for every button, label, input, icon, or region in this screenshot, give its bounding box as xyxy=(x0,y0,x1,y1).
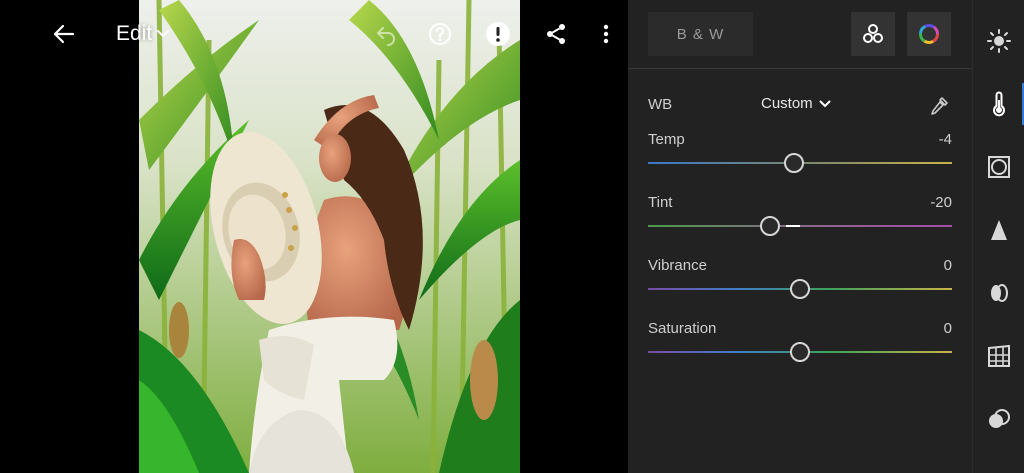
saturation-thumb[interactable] xyxy=(790,342,810,362)
more-vertical-icon xyxy=(603,24,609,44)
adjustment-panel: B & W WB Custom Temp -4 Tint -20 Vibranc… xyxy=(628,0,972,473)
vibrance-thumb[interactable] xyxy=(790,279,810,299)
share-button[interactable] xyxy=(536,14,576,54)
saturation-slider: Saturation 0 xyxy=(648,320,952,370)
tint-track[interactable] xyxy=(648,225,952,227)
share-icon xyxy=(547,24,565,44)
profiles-icon xyxy=(863,24,883,43)
effects-icon xyxy=(988,156,1010,178)
tool-rail xyxy=(972,0,1024,473)
tint-value[interactable]: -20 xyxy=(930,194,952,211)
mask-icon xyxy=(989,409,1010,428)
top-toolbar: Edit xyxy=(0,0,628,68)
undo-icon xyxy=(377,27,395,46)
more-options-button[interactable] xyxy=(586,14,626,54)
photo-preview[interactable] xyxy=(139,0,520,473)
eyedropper-button[interactable] xyxy=(926,93,952,119)
rail-item-effects[interactable] xyxy=(973,145,1024,189)
alert-icon xyxy=(486,22,510,46)
photo-woman-hat-cornfield xyxy=(139,0,520,473)
wb-preset-dropdown[interactable]: Custom xyxy=(761,95,831,112)
tint-thumb[interactable] xyxy=(759,216,780,236)
temp-value[interactable]: -4 xyxy=(939,131,952,148)
bw-button[interactable]: B & W xyxy=(648,12,753,56)
rail-item-masking[interactable] xyxy=(973,397,1024,441)
page-title: Edit xyxy=(116,22,153,45)
arrow-left-icon xyxy=(53,24,75,44)
photo-canvas[interactable] xyxy=(0,0,628,473)
temp-thumb[interactable] xyxy=(783,153,804,173)
detail-icon xyxy=(991,220,1007,240)
temp-slider: Temp -4 xyxy=(648,131,952,181)
back-button[interactable] xyxy=(44,14,84,54)
geometry-icon xyxy=(988,344,1010,367)
white-balance-row: WB Custom xyxy=(648,93,952,117)
vibrance-label: Vibrance xyxy=(648,257,707,274)
undo-button[interactable] xyxy=(366,14,406,54)
rail-item-geometry[interactable] xyxy=(973,334,1024,378)
alert-button[interactable] xyxy=(478,14,518,54)
wb-label: WB xyxy=(648,96,673,113)
color-wheel-icon xyxy=(919,24,939,44)
edit-mode-selector[interactable]: Edit xyxy=(116,20,170,48)
tint-label: Tint xyxy=(648,194,673,211)
temp-label: Temp xyxy=(648,131,685,148)
tint-change-marker xyxy=(785,225,800,227)
vibrance-value[interactable]: 0 xyxy=(944,257,952,274)
help-icon xyxy=(429,23,451,45)
chevron-down-icon xyxy=(819,100,831,107)
eyedropper-icon xyxy=(931,97,948,115)
saturation-value[interactable]: 0 xyxy=(944,320,952,337)
color-temperature-icon xyxy=(993,91,1005,117)
panel-header: B & W xyxy=(628,0,972,69)
rail-item-color[interactable] xyxy=(973,82,1024,126)
rail-item-optics[interactable] xyxy=(973,271,1024,315)
saturation-label: Saturation xyxy=(648,320,717,337)
profiles-button[interactable] xyxy=(851,12,895,56)
help-button[interactable] xyxy=(420,14,460,54)
light-icon xyxy=(987,29,1011,53)
rail-item-light[interactable] xyxy=(973,19,1024,63)
vibrance-slider: Vibrance 0 xyxy=(648,257,952,307)
rail-item-detail[interactable] xyxy=(973,208,1024,252)
optics-icon xyxy=(991,284,1008,302)
wb-preset-value: Custom xyxy=(761,95,813,112)
chevron-down-icon xyxy=(157,30,170,38)
color-mix-button[interactable] xyxy=(907,12,951,56)
tint-slider: Tint -20 xyxy=(648,194,952,244)
